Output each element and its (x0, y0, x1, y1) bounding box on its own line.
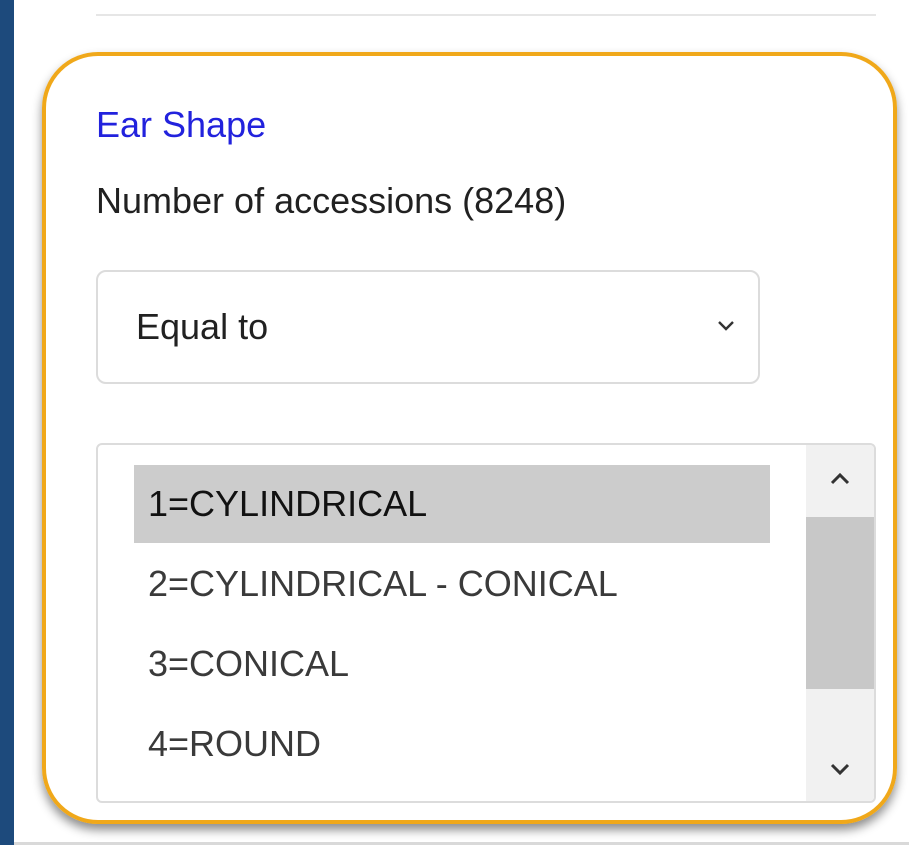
operator-select-value: Equal to (136, 306, 269, 347)
scroll-down-button[interactable] (806, 735, 874, 801)
list-option-round[interactable]: 4=ROUND (134, 705, 770, 783)
facet-title-link[interactable]: Ear Shape (96, 104, 266, 146)
list-option-cylindrical-conical[interactable]: 2=CYLINDRICAL - CONICAL (134, 545, 770, 623)
list-option-conical[interactable]: 3=CONICAL (134, 625, 770, 703)
operator-select[interactable]: Equal to (96, 270, 760, 384)
accession-count-label: Number of accessions (8248) (96, 180, 567, 221)
scroll-thumb[interactable] (806, 517, 874, 689)
chevron-down-icon (718, 321, 734, 331)
scroll-up-button[interactable] (806, 445, 874, 511)
list-scrollbar[interactable] (806, 445, 874, 801)
list-option-cylindrical[interactable]: 1=CYLINDRICAL (134, 465, 770, 543)
value-listbox[interactable]: 1=CYLINDRICAL 2=CYLINDRICAL - CONICAL 3=… (96, 443, 876, 803)
chevron-up-icon (830, 472, 850, 485)
top-divider (96, 14, 876, 16)
chevron-down-icon (830, 763, 850, 776)
facet-panel: Ear Shape Number of accessions (8248) Eq… (14, 0, 909, 845)
